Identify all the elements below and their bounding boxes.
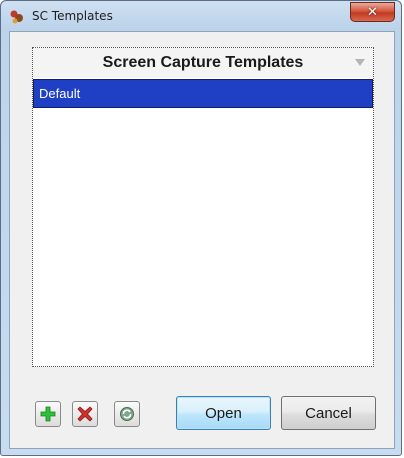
refresh-icon	[120, 407, 134, 421]
app-icon	[9, 9, 25, 25]
plus-icon	[40, 406, 56, 422]
template-list-panel: Screen Capture Templates Default	[32, 47, 374, 367]
list-header[interactable]: Screen Capture Templates	[33, 48, 373, 78]
close-button[interactable]: ✕	[350, 2, 395, 22]
refresh-template-button[interactable]	[114, 401, 140, 427]
dropdown-arrow-icon[interactable]	[355, 59, 365, 66]
button-row: Open Cancel	[10, 392, 396, 430]
delete-template-button[interactable]	[72, 401, 98, 427]
window-title: SC Templates	[32, 9, 113, 23]
list-header-title: Screen Capture Templates	[102, 54, 304, 71]
template-list[interactable]: Default	[33, 79, 373, 366]
add-template-button[interactable]	[35, 401, 61, 427]
dialog-content: Screen Capture Templates Default Open Ca…	[9, 31, 395, 449]
dialog-window: SC Templates ✕ Screen Capture Templates …	[0, 0, 402, 456]
delete-x-icon	[77, 406, 93, 422]
list-item-default[interactable]: Default	[33, 79, 373, 108]
close-icon: ✕	[367, 4, 378, 20]
title-bar[interactable]: SC Templates ✕	[1, 1, 401, 31]
open-button[interactable]: Open	[176, 396, 271, 430]
cancel-button[interactable]: Cancel	[281, 396, 376, 430]
